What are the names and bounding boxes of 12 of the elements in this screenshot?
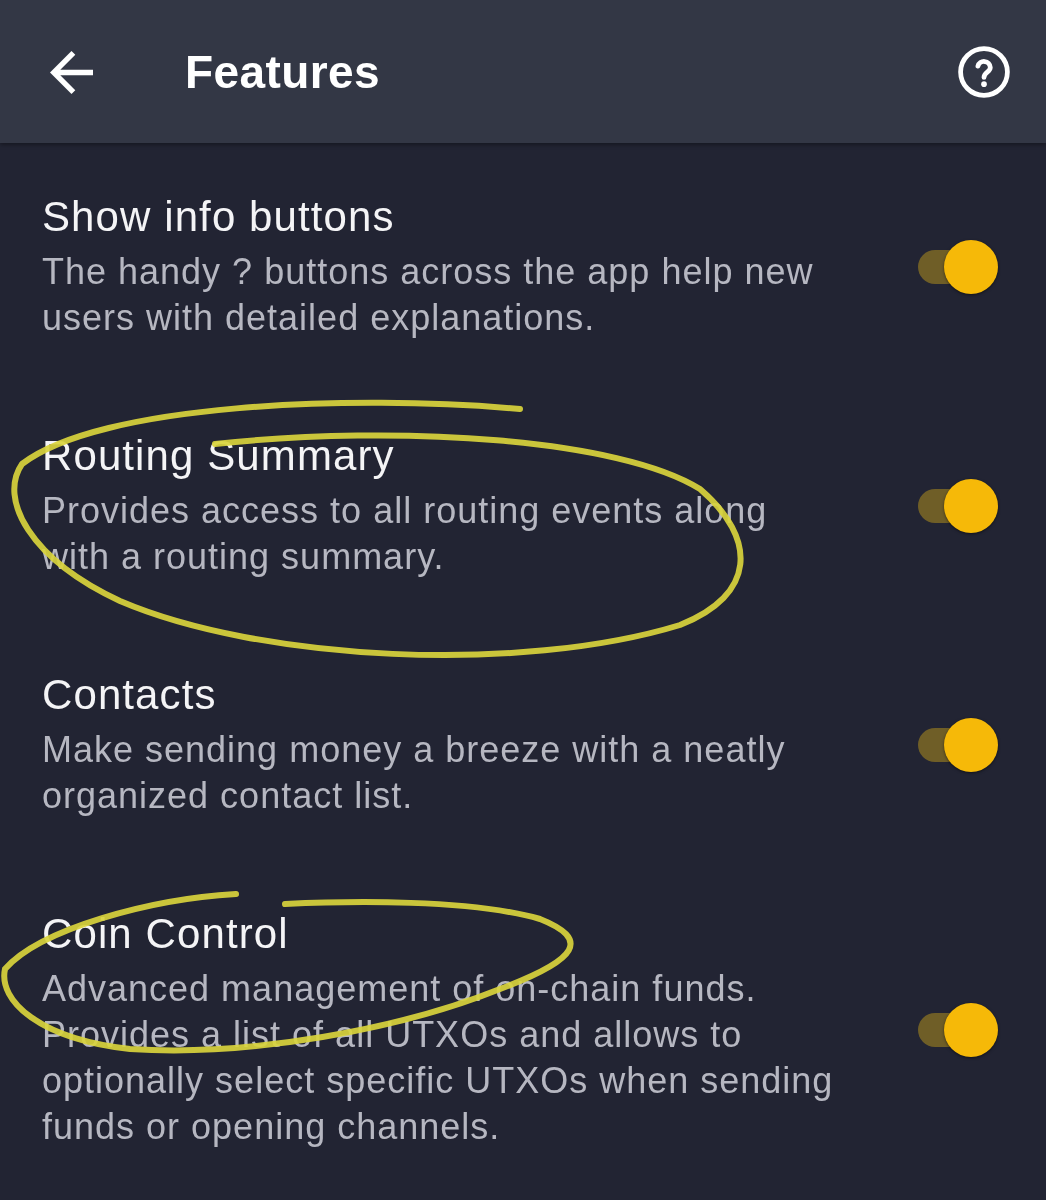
toggle-switch[interactable] <box>918 477 998 534</box>
feature-description: The handy ? buttons across the app help new users with detailed explanations. <box>42 250 815 340</box>
toggle-switch[interactable] <box>918 1001 998 1058</box>
feature-description: Make sending money a breeze with a neatly organized contact list. <box>42 728 787 818</box>
feature-title: Show info buttons <box>42 192 396 242</box>
feature-title: Routing Summary <box>42 431 396 481</box>
toggle-switch[interactable] <box>918 716 998 773</box>
help-icon[interactable] <box>958 45 1010 98</box>
feature-title: Contacts <box>42 670 218 720</box>
screen-title: Features <box>185 44 380 100</box>
back-arrow-icon[interactable] <box>50 51 93 94</box>
toggle-switch[interactable] <box>918 238 998 295</box>
